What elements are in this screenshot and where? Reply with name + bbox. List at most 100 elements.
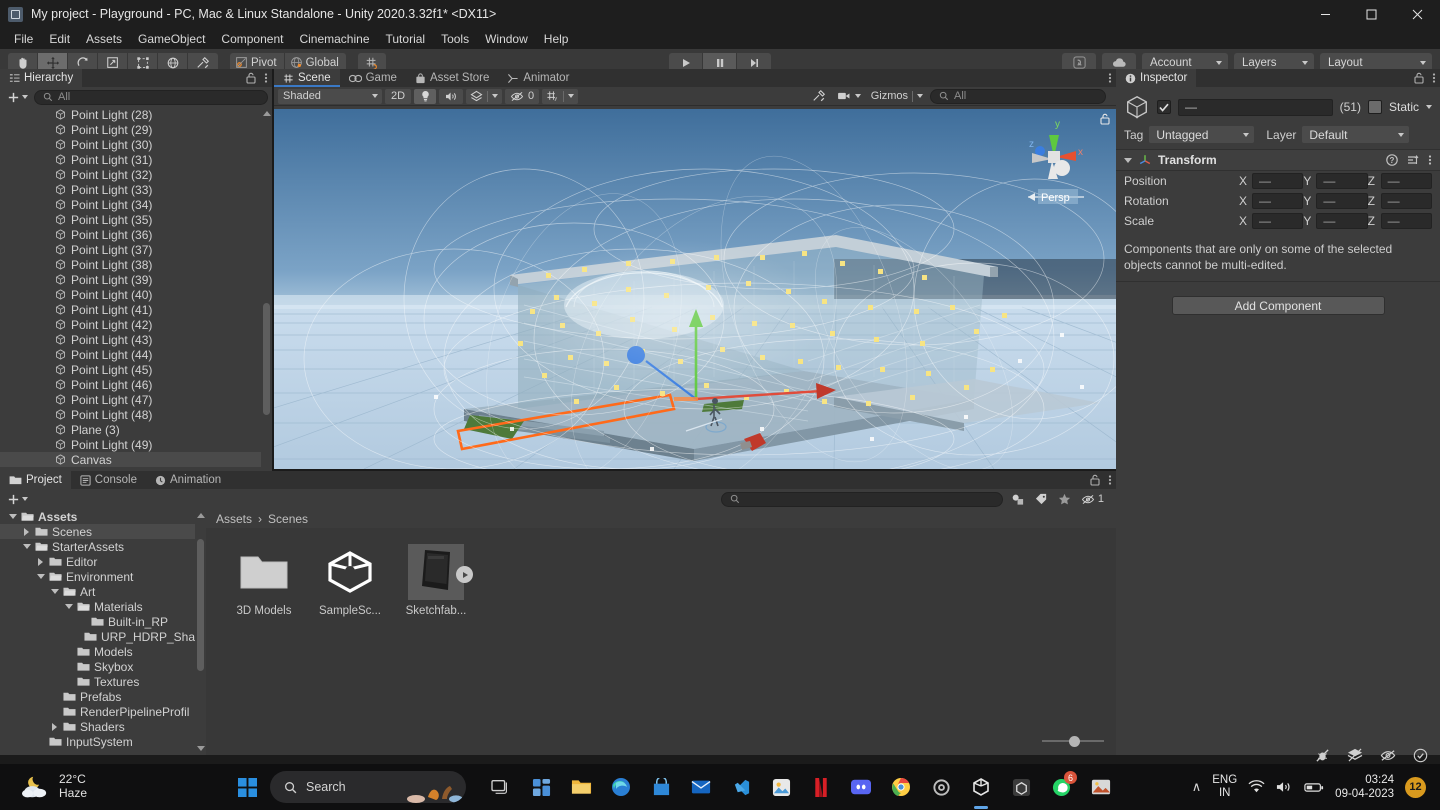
create-asset-button[interactable] bbox=[4, 493, 31, 506]
vscode-icon[interactable] bbox=[724, 770, 758, 804]
widgets-icon[interactable] bbox=[524, 770, 558, 804]
static-checkbox[interactable] bbox=[1367, 100, 1382, 114]
transform-component-header[interactable]: Transform ? bbox=[1116, 149, 1440, 171]
scene-tools-button[interactable] bbox=[807, 89, 831, 104]
scene-viewport[interactable]: y x z Persp bbox=[274, 109, 1116, 469]
check-circle-icon[interactable] bbox=[1413, 748, 1428, 763]
scroll-up-icon[interactable] bbox=[263, 111, 271, 116]
hierarchy-item[interactable]: Point Light (35) bbox=[0, 212, 272, 227]
tab-inspector[interactable]: Inspector bbox=[1116, 69, 1197, 87]
hierarchy-item[interactable]: Point Light (34) bbox=[0, 197, 272, 212]
create-gameobject-button[interactable] bbox=[4, 91, 31, 104]
hierarchy-search-input[interactable]: All bbox=[34, 89, 268, 105]
expand-triangle-icon[interactable] bbox=[50, 589, 59, 594]
project-tree-item[interactable]: Built-in_RP bbox=[0, 614, 195, 629]
menu-component[interactable]: Component bbox=[213, 30, 291, 48]
battery-icon[interactable] bbox=[1304, 781, 1324, 794]
netflix-icon[interactable] bbox=[804, 770, 838, 804]
whatsapp-icon[interactable]: 6 bbox=[1044, 770, 1078, 804]
hierarchy-item[interactable]: Point Light (38) bbox=[0, 257, 272, 272]
project-tree-item[interactable]: Environment bbox=[0, 569, 195, 584]
hierarchy-item[interactable]: Point Light (36) bbox=[0, 227, 272, 242]
hierarchy-item[interactable]: Point Light (37) bbox=[0, 242, 272, 257]
add-component-button[interactable]: Add Component bbox=[1171, 296, 1385, 316]
preset-icon[interactable] bbox=[1407, 154, 1419, 166]
file-explorer-icon[interactable] bbox=[564, 770, 598, 804]
tab-project[interactable]: Project bbox=[0, 471, 71, 489]
store-icon[interactable] bbox=[644, 770, 678, 804]
axis-z-input[interactable]: — bbox=[1380, 193, 1432, 209]
hidden-filter-icon[interactable] bbox=[1081, 494, 1095, 505]
project-tree-item[interactable]: StarterAssets bbox=[0, 539, 195, 554]
scene-fx-dropdown[interactable] bbox=[466, 88, 502, 104]
asset-item-sketchfab[interactable]: Sketchfab... bbox=[400, 544, 473, 617]
clock[interactable]: 03:24 09-04-2023 bbox=[1335, 773, 1394, 802]
asset-item-3d-models[interactable]: 3D Models bbox=[228, 544, 300, 617]
breadcrumb-scenes[interactable]: Scenes bbox=[268, 512, 308, 526]
tree-arrow[interactable] bbox=[50, 722, 59, 731]
hierarchy-item[interactable]: Point Light (40) bbox=[0, 287, 272, 302]
tab-animation[interactable]: Animation bbox=[146, 471, 230, 489]
scene-visibility-toggle[interactable]: 0 bbox=[505, 88, 540, 104]
start-button[interactable] bbox=[230, 770, 264, 804]
project-tree-item[interactable]: InputSystem bbox=[0, 734, 195, 749]
scene-search-input[interactable]: All bbox=[930, 88, 1106, 104]
project-folder-tree[interactable]: Assets Scenes StarterAssets Editor Environme… bbox=[0, 509, 195, 755]
tree-arrow[interactable] bbox=[8, 514, 17, 519]
tree-arrow[interactable] bbox=[36, 574, 45, 579]
2d-toggle-button[interactable]: 2D bbox=[385, 88, 411, 104]
project-tree-item[interactable]: Art bbox=[0, 584, 195, 599]
preview-play-icon[interactable] bbox=[456, 566, 473, 583]
tree-arrow[interactable] bbox=[50, 589, 59, 594]
search-input[interactable]: Search bbox=[270, 771, 466, 803]
kebab-menu-icon[interactable] bbox=[1108, 474, 1112, 486]
menu-tools[interactable]: Tools bbox=[433, 30, 477, 48]
menu-edit[interactable]: Edit bbox=[41, 30, 78, 48]
scene-lighting-toggle[interactable] bbox=[414, 88, 436, 104]
hierarchy-item[interactable]: Point Light (46) bbox=[0, 377, 272, 392]
tree-arrow[interactable] bbox=[64, 604, 73, 609]
gizmos-dropdown[interactable]: Gizmos bbox=[867, 89, 927, 104]
weather-widget[interactable]: 22°C Haze bbox=[0, 772, 220, 801]
layers-icon[interactable] bbox=[1347, 748, 1363, 762]
scrollbar-thumb[interactable] bbox=[197, 539, 204, 671]
language-indicator[interactable]: ENG IN bbox=[1212, 774, 1237, 800]
menu-window[interactable]: Window bbox=[477, 30, 536, 48]
layer-dropdown[interactable]: Default bbox=[1302, 126, 1410, 143]
collapse-triangle-icon[interactable] bbox=[52, 722, 57, 731]
tab-animator[interactable]: Animator bbox=[498, 69, 578, 87]
gallery-icon[interactable] bbox=[1084, 770, 1118, 804]
kebab-menu-icon[interactable] bbox=[264, 72, 268, 84]
project-tree-item[interactable]: RenderPipelineProfil bbox=[0, 704, 195, 719]
lock-icon[interactable] bbox=[1090, 474, 1100, 486]
axis-z-input[interactable]: — bbox=[1380, 213, 1432, 229]
hierarchy-item[interactable]: Point Light (39) bbox=[0, 272, 272, 287]
tray-chevron-icon[interactable]: ∧ bbox=[1192, 779, 1202, 795]
menu-cinemachine[interactable]: Cinemachine bbox=[291, 30, 377, 48]
minimize-button[interactable] bbox=[1302, 0, 1348, 28]
kebab-menu-icon[interactable] bbox=[1428, 154, 1432, 166]
photos-icon[interactable] bbox=[764, 770, 798, 804]
collapse-triangle-icon[interactable] bbox=[24, 527, 29, 536]
object-enabled-checkbox[interactable] bbox=[1157, 100, 1171, 114]
expand-triangle-icon[interactable] bbox=[8, 514, 17, 519]
asset-zoom-slider[interactable] bbox=[1042, 735, 1104, 747]
cube-icon[interactable] bbox=[1124, 94, 1150, 120]
project-tree-item[interactable]: Materials bbox=[0, 599, 195, 614]
hierarchy-item[interactable]: Point Light (44) bbox=[0, 347, 272, 362]
scene-grid-dropdown[interactable]: y bbox=[542, 88, 579, 104]
package-filter-icon[interactable] bbox=[1011, 493, 1025, 506]
hierarchy-item[interactable]: Point Light (30) bbox=[0, 137, 272, 152]
tab-hierarchy[interactable]: Hierarchy bbox=[0, 69, 83, 87]
tab-game[interactable]: Game bbox=[340, 69, 406, 87]
hierarchy-item[interactable]: Point Light (31) bbox=[0, 152, 272, 167]
project-tree-scrollbar[interactable] bbox=[195, 509, 206, 755]
collapse-triangle-icon[interactable] bbox=[1124, 157, 1132, 163]
tab-scene[interactable]: Scene bbox=[274, 69, 340, 87]
lock-icon[interactable] bbox=[246, 72, 256, 84]
project-tree-item[interactable]: Prefabs bbox=[0, 689, 195, 704]
mail-icon[interactable] bbox=[684, 770, 718, 804]
hierarchy-item[interactable]: Point Light (45) bbox=[0, 362, 272, 377]
tree-arrow[interactable] bbox=[22, 544, 31, 549]
breadcrumb-assets[interactable]: Assets bbox=[216, 512, 252, 526]
